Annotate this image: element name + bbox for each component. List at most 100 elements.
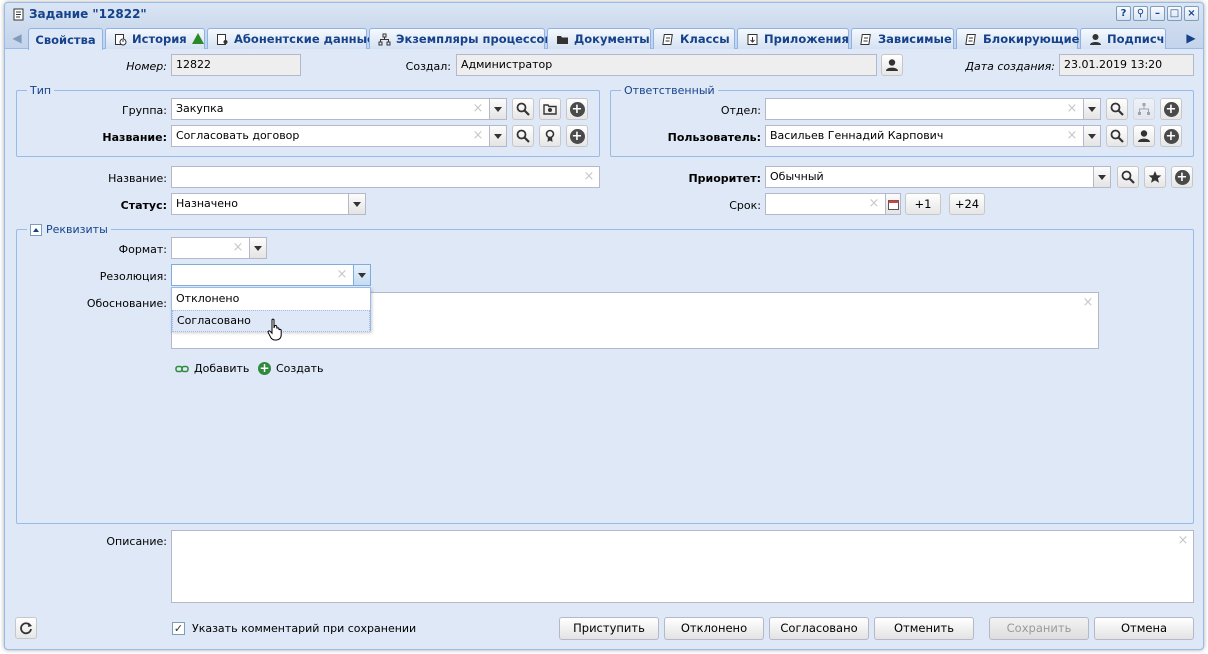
add-link[interactable]: Добавить — [175, 362, 249, 375]
priority-combo[interactable]: Обычный — [765, 166, 1111, 188]
collapse-icon[interactable] — [30, 223, 42, 236]
user-add-button[interactable]: + — [1160, 125, 1182, 147]
deadline-label: Срок: — [729, 199, 761, 212]
clear-icon[interactable]: × — [1066, 126, 1078, 146]
priority-search-button[interactable] — [1117, 166, 1139, 188]
deadline-field[interactable]: × — [765, 193, 901, 215]
comment-checkbox-label: Указать комментарий при сохранении — [192, 622, 417, 635]
history-icon — [114, 33, 127, 46]
revoke-button[interactable]: Отменить — [874, 617, 974, 640]
pin-button[interactable]: ⚲ — [1133, 6, 1148, 21]
creator-user-button[interactable] — [881, 54, 903, 76]
priority-add-button[interactable]: + — [1171, 166, 1193, 188]
deadline-plus24-button[interactable]: +24 — [949, 193, 985, 215]
group-add-button[interactable]: + — [566, 98, 588, 120]
priority-dropdown-trigger[interactable] — [1093, 167, 1110, 187]
description-textarea[interactable]: × — [171, 530, 1194, 603]
hand-cursor-icon — [267, 318, 282, 341]
help-button[interactable]: ? — [1116, 6, 1131, 21]
comment-checkbox[interactable]: ✓ — [172, 622, 185, 635]
user-pick-button[interactable] — [1133, 125, 1155, 147]
start-button[interactable]: Приступить — [559, 617, 659, 640]
tab-subscriber-data[interactable]: Абонентские данные — [207, 28, 375, 49]
cancel-button[interactable]: Отмена — [1094, 617, 1194, 640]
clear-icon[interactable]: × — [868, 194, 880, 214]
type-name-dropdown-trigger[interactable] — [489, 126, 506, 146]
resolution-dropdown-trigger[interactable] — [353, 265, 370, 285]
resolution-option-rejected[interactable]: Отклонено — [172, 288, 370, 310]
type-name-badge-button[interactable] — [539, 125, 561, 147]
group-search-button[interactable] — [512, 98, 534, 120]
group-combo[interactable]: Закупка × — [171, 98, 507, 120]
group-dropdown-trigger[interactable] — [489, 99, 506, 119]
type-name-label: Название: — [102, 131, 167, 144]
dept-dropdown-trigger[interactable] — [1083, 99, 1100, 119]
clear-icon[interactable]: × — [583, 167, 595, 187]
clear-icon[interactable]: × — [1177, 531, 1189, 551]
user-label: Пользователь: — [667, 131, 761, 144]
dept-structure-button[interactable] — [1133, 98, 1155, 120]
tab-history[interactable]: История — [105, 28, 205, 49]
clear-icon[interactable]: × — [472, 126, 484, 146]
window-titlebar[interactable]: Задание "12822" ? ⚲ – □ × — [5, 3, 1203, 25]
creator-field[interactable]: Администратор — [456, 54, 877, 76]
tab-scroll-left-icon[interactable]: ◀ — [9, 29, 25, 47]
save-button[interactable]: Сохранить — [989, 617, 1089, 640]
clear-icon[interactable]: × — [336, 265, 348, 285]
chevron-down-icon — [1088, 133, 1096, 139]
reject-button[interactable]: Отклонено — [664, 617, 764, 640]
details-legend[interactable]: Реквизиты — [27, 223, 111, 236]
star-icon — [1148, 171, 1162, 183]
resolution-combo[interactable]: × — [171, 264, 371, 286]
task-window: Задание "12822" ? ⚲ – □ × ◀ Свойства Ист… — [4, 2, 1204, 650]
type-name-search-button[interactable] — [512, 125, 534, 147]
dept-add-button[interactable]: + — [1160, 98, 1182, 120]
dept-combo[interactable]: × — [765, 98, 1101, 120]
status-combo[interactable]: Назначено — [171, 193, 366, 215]
create-link[interactable]: + Создать — [258, 362, 324, 375]
dept-label: Отдел: — [720, 104, 761, 117]
tab-classes[interactable]: Классы — [653, 28, 735, 49]
minimize-button[interactable]: – — [1150, 6, 1165, 21]
group-folder-button[interactable] — [539, 98, 561, 120]
tab-dependent[interactable]: Зависимые — [851, 28, 954, 49]
resolution-label: Резолюция: — [99, 270, 167, 283]
format-combo[interactable]: × — [171, 237, 267, 259]
tab-scroll-right-icon[interactable]: ▶ — [1183, 29, 1199, 47]
clear-icon[interactable]: × — [472, 99, 484, 119]
blocking-icon — [965, 33, 978, 46]
priority-star-button[interactable] — [1144, 166, 1166, 188]
status-dropdown-trigger[interactable] — [348, 194, 365, 214]
process-tree-icon — [378, 33, 391, 46]
deadline-plus1-button[interactable]: +1 — [905, 193, 941, 215]
created-field[interactable]: 23.01.2019 13:20 — [1059, 54, 1194, 76]
user-search-button[interactable] — [1106, 125, 1128, 147]
maximize-button[interactable]: □ — [1167, 6, 1182, 21]
search-icon — [516, 129, 530, 143]
close-button[interactable]: × — [1184, 6, 1199, 21]
approve-button[interactable]: Согласовано — [769, 617, 869, 640]
calendar-trigger[interactable] — [885, 194, 900, 214]
number-field[interactable]: 12822 — [171, 54, 301, 76]
user-dropdown-trigger[interactable] — [1083, 126, 1100, 146]
title-field[interactable]: × — [171, 166, 600, 188]
format-dropdown-trigger[interactable] — [249, 238, 266, 258]
tab-properties[interactable]: Свойства — [28, 28, 103, 50]
tab-blocking[interactable]: Блокирующие — [956, 28, 1079, 49]
tab-process-instances[interactable]: Экземпляры процессов — [369, 28, 552, 49]
dept-search-button[interactable] — [1106, 98, 1128, 120]
tab-documents[interactable]: Документы — [547, 28, 651, 49]
type-name-add-button[interactable]: + — [566, 125, 588, 147]
type-name-combo[interactable]: Согласовать договор × — [171, 125, 507, 147]
tab-subscribers[interactable]: Подписчи — [1080, 28, 1166, 49]
tab-strip: ◀ Свойства История Абонентские данные Эк… — [5, 25, 1203, 50]
chevron-down-icon — [1098, 174, 1106, 180]
tab-attachments[interactable]: Приложения — [737, 28, 849, 49]
creator-label: Создал: — [405, 60, 451, 73]
refresh-button[interactable] — [15, 617, 37, 639]
user-combo[interactable]: Васильев Геннадий Карпович × — [765, 125, 1101, 147]
clear-icon[interactable]: × — [1082, 293, 1094, 313]
org-structure-icon — [1138, 103, 1150, 115]
clear-icon[interactable]: × — [1066, 99, 1078, 119]
clear-icon[interactable]: × — [232, 238, 244, 258]
